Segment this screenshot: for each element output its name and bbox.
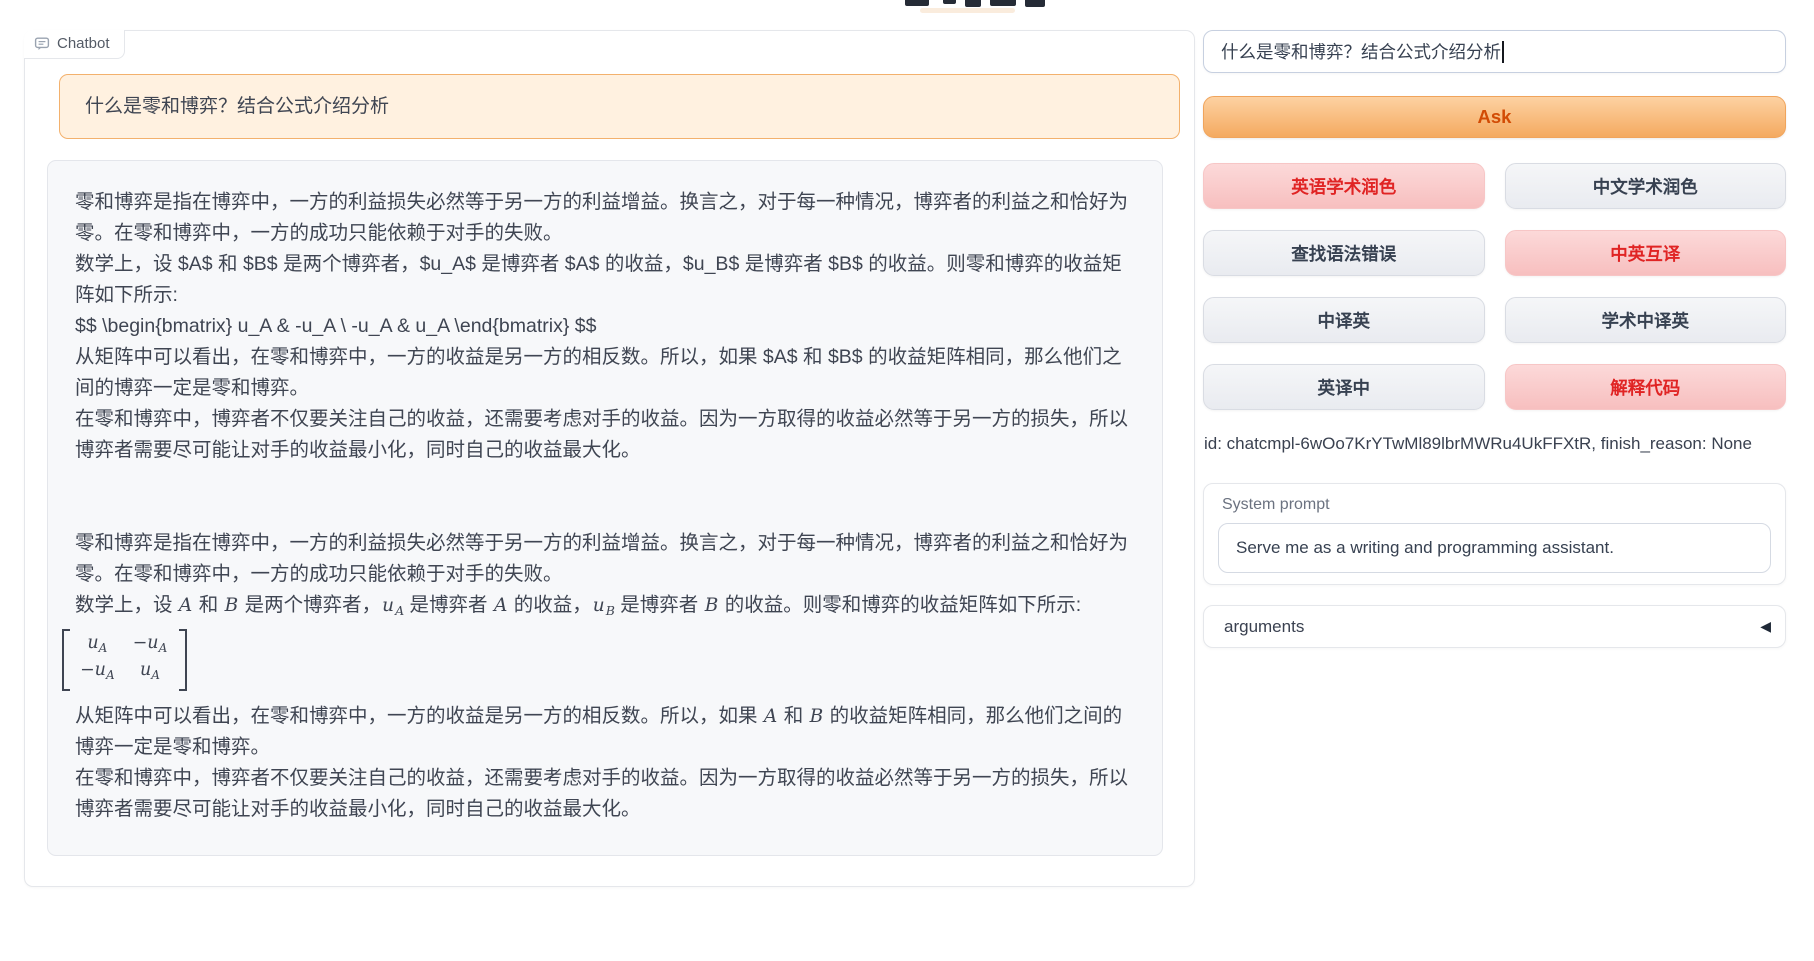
title-fragment bbox=[965, 0, 981, 7]
bot-message: 零和博弈是指在博弈中，一方的利益损失必然等于另一方的利益增益。换言之，对于每一种… bbox=[47, 160, 1163, 856]
question-input[interactable]: 什么是零和博弈？结合公式介绍分析 bbox=[1203, 30, 1786, 73]
math-var: B bbox=[704, 595, 720, 616]
bot-raw-paragraph: 数学上，设 $A$ 和 $B$ 是两个博弈者，$u_A$ 是博弈者 $A$ 的收… bbox=[75, 249, 1136, 311]
ask-button[interactable]: Ask bbox=[1203, 96, 1786, 138]
bot-rendered-paragraph: 零和博弈是指在博弈中，一方的利益损失必然等于另一方的利益增益。换言之，对于每一种… bbox=[75, 528, 1136, 590]
matrix-cell: uA bbox=[80, 632, 115, 659]
quick-button-english-academic-polish[interactable]: 英语学术润色 bbox=[1203, 163, 1485, 209]
bot-rendered-paragraph: 在零和博弈中，博弈者不仅要关注自己的收益，还需要考虑对手的收益。因为一方取得的收… bbox=[75, 763, 1136, 825]
bot-raw-paragraph: 从矩阵中可以看出，在零和博弈中，一方的收益是另一方的相反数。所以，如果 $A$ … bbox=[75, 342, 1136, 404]
math-var: B bbox=[224, 595, 240, 616]
title-fragment bbox=[943, 0, 956, 4]
math-var: A bbox=[178, 595, 193, 616]
math-var: A bbox=[763, 706, 778, 727]
bot-raw-paragraph: 零和博弈是指在博弈中，一方的利益损失必然等于另一方的利益增益。换言之，对于每一种… bbox=[75, 187, 1136, 249]
arguments-accordion-label: arguments bbox=[1224, 617, 1304, 637]
bot-rendered-paragraph: 从矩阵中可以看出，在零和博弈中，一方的收益是另一方的相反数。所以，如果 A 和 … bbox=[75, 701, 1136, 763]
chat-bubble-icon bbox=[34, 36, 50, 52]
status-line: id: chatcmpl-6wOo7KrYTwMl89lbrMWRu4UkFFX… bbox=[1204, 434, 1787, 454]
text-cursor bbox=[1502, 41, 1504, 63]
math-var: u bbox=[592, 595, 606, 616]
math-subscript: A bbox=[395, 603, 404, 618]
question-input-value: 什么是零和博弈？结合公式介绍分析 bbox=[1221, 39, 1501, 64]
title-fragment bbox=[905, 0, 929, 6]
quick-button-en-to-zh[interactable]: 英译中 bbox=[1203, 364, 1485, 410]
quick-button-zh-to-en[interactable]: 中译英 bbox=[1203, 297, 1485, 343]
system-prompt-group: System prompt Serve me as a writing and … bbox=[1203, 483, 1786, 585]
user-message-text: 什么是零和博弈？结合公式介绍分析 bbox=[85, 96, 389, 117]
bot-raw-formula: $$ \begin{bmatrix} u_A & -u_A \ -u_A & u… bbox=[75, 311, 1136, 342]
system-prompt-label: System prompt bbox=[1204, 484, 1785, 514]
user-message: 什么是零和博弈？结合公式介绍分析 bbox=[59, 74, 1180, 139]
quick-button-chinese-academic-polish[interactable]: 中文学术润色 bbox=[1505, 163, 1787, 209]
bot-raw-paragraph: 在零和博弈中，博弈者不仅要关注自己的收益，还需要考虑对手的收益。因为一方取得的收… bbox=[75, 404, 1136, 466]
app-root: Chatbot 什么是零和博弈？结合公式介绍分析 零和博弈是指在博弈中，一方的利… bbox=[0, 0, 1814, 961]
title-fragment bbox=[1025, 0, 1045, 7]
math-var: u bbox=[381, 595, 395, 616]
matrix-cell: −uA bbox=[133, 632, 168, 659]
math-var: B bbox=[809, 706, 825, 727]
title-fragment bbox=[990, 0, 1016, 6]
matrix-cell: −uA bbox=[80, 659, 115, 686]
chatbot-panel: Chatbot 什么是零和博弈？结合公式介绍分析 零和博弈是指在博弈中，一方的利… bbox=[24, 30, 1195, 887]
math-subscript: B bbox=[606, 603, 615, 618]
quick-button-academic-zh-to-en[interactable]: 学术中译英 bbox=[1505, 297, 1787, 343]
clipped-page-title bbox=[895, 0, 1065, 16]
system-prompt-input[interactable]: Serve me as a writing and programming as… bbox=[1218, 523, 1771, 573]
title-fragment bbox=[920, 8, 1015, 13]
quick-button-zh-en-mutual-translate[interactable]: 中英互译 bbox=[1505, 230, 1787, 276]
payoff-matrix: uA −uA −uA uA bbox=[62, 629, 187, 691]
math-var: A bbox=[493, 595, 508, 616]
chatbot-label: Chatbot bbox=[24, 30, 125, 59]
matrix-right-bracket bbox=[179, 629, 187, 691]
quick-actions: 英语学术润色 中文学术润色 查找语法错误 中英互译 中译英 学术中译英 英译中 … bbox=[1203, 163, 1786, 410]
arguments-accordion[interactable]: arguments ◀ bbox=[1203, 605, 1786, 648]
chatbot-label-text: Chatbot bbox=[57, 35, 110, 52]
matrix-cell: uA bbox=[133, 659, 168, 686]
quick-button-explain-code[interactable]: 解释代码 bbox=[1505, 364, 1787, 410]
bot-rendered-math-line: 数学上，设 A 和 B 是两个博弈者，uA 是博弈者 A 的收益，uB 是博弈者… bbox=[75, 590, 1136, 626]
accordion-collapse-icon: ◀ bbox=[1760, 618, 1771, 635]
paragraph-gap bbox=[75, 466, 1136, 528]
quick-button-find-grammar-errors[interactable]: 查找语法错误 bbox=[1203, 230, 1485, 276]
matrix-left-bracket bbox=[62, 629, 70, 691]
